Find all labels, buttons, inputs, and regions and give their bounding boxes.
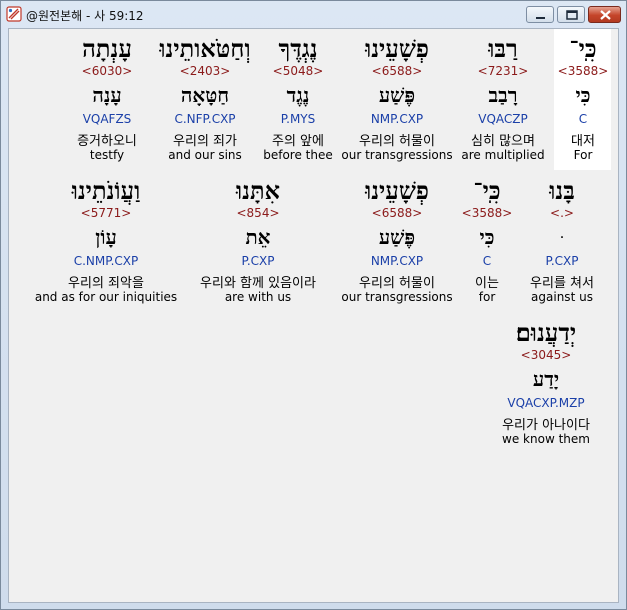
morphology-code[interactable]: P.CXP: [241, 254, 274, 268]
maximize-icon: [566, 10, 578, 20]
hebrew-word: פְשָׁעֵינוּ: [365, 176, 429, 205]
morphology-code[interactable]: P.CXP: [545, 254, 578, 268]
hebrew-word: כִּֽי־: [569, 34, 597, 63]
english-gloss: testfy: [89, 148, 125, 162]
minimize-icon: [536, 17, 545, 19]
interlinear-panel: כִּֽי־ <3588> כִּי C 대저 For רַבּוּ <7231…: [8, 28, 619, 603]
strong-number[interactable]: <3588>: [558, 64, 609, 78]
english-gloss: for: [478, 290, 496, 304]
lemma: פֶּשַׁע: [378, 225, 416, 249]
morphology-code[interactable]: VQAFZS: [83, 112, 132, 126]
english-gloss: and as for our iniquities: [34, 290, 178, 304]
hebrew-word: בָּנוּ: [549, 176, 575, 205]
english-gloss: our transgressions: [341, 290, 453, 304]
lemma: רָבַב: [488, 83, 518, 107]
hebrew-word: וְחַטֹּאותֵינוּ: [159, 34, 251, 63]
english-gloss: our transgressions: [341, 148, 453, 162]
strong-number[interactable]: <6588>: [372, 64, 423, 78]
close-button[interactable]: [588, 6, 621, 23]
morphology-code[interactable]: C: [483, 254, 491, 268]
morphology-code[interactable]: C: [579, 112, 587, 126]
korean-gloss: 우리의 허물이: [359, 134, 435, 149]
minimize-button[interactable]: [526, 6, 554, 23]
strong-number[interactable]: <5771>: [81, 206, 132, 220]
morphology-code[interactable]: NMP.CXP: [371, 112, 423, 126]
korean-gloss: 증거하오니: [77, 134, 137, 149]
bible-app-icon: [6, 6, 22, 22]
english-gloss: For: [573, 148, 593, 162]
strong-number[interactable]: <7231>: [478, 64, 529, 78]
strong-number[interactable]: <3588>: [462, 206, 513, 220]
hebrew-word: כִּֽי־: [473, 176, 501, 205]
lemma: חַטָּאָה: [180, 83, 230, 107]
english-gloss: are multiplied: [461, 148, 545, 162]
lemma: פֶּשַׁע: [378, 83, 416, 107]
korean-gloss: 우리의 죄악을: [68, 276, 144, 291]
morphology-code[interactable]: C.NMP.CXP: [74, 254, 139, 268]
lemma: כִּי: [575, 83, 591, 107]
morphology-code[interactable]: VQACZP: [478, 112, 528, 126]
english-gloss: and our sins: [168, 148, 242, 162]
window-title: @원전본해 - 사 59:12: [26, 9, 144, 23]
korean-gloss: 우리의 죄가: [173, 134, 237, 149]
english-gloss: are with us: [224, 290, 292, 304]
korean-gloss: 우리와 함께 있음이라: [200, 276, 316, 291]
korean-gloss: 심히 많으며: [471, 134, 535, 149]
morphology-code[interactable]: VQACXP.MZP: [507, 396, 584, 410]
lemma: עָוֹן: [95, 225, 117, 249]
korean-gloss: 주의 앞에: [272, 134, 324, 149]
morphology-code[interactable]: C.NFP.CXP: [174, 112, 235, 126]
hebrew-word: רַבּוּ: [488, 34, 518, 63]
strong-number[interactable]: <6588>: [372, 206, 423, 220]
english-gloss: we know them: [502, 432, 590, 446]
lemma: יָדַע: [532, 367, 560, 391]
close-icon: [600, 10, 611, 20]
hebrew-word: וַעֲוֹנֹתֵינוּ: [71, 176, 141, 205]
strong-number[interactable]: <3045>: [521, 348, 572, 362]
lemma: אֵת: [245, 225, 271, 249]
lemma: כִּי: [479, 225, 495, 249]
strong-number[interactable]: <5048>: [273, 64, 324, 78]
lemma: נֶגֶד: [286, 83, 310, 107]
morphology-code[interactable]: P.MYS: [281, 112, 315, 126]
lemma: עָנָה: [92, 83, 122, 107]
korean-gloss: 이는: [475, 276, 499, 291]
english-gloss: against us: [531, 290, 593, 304]
english-gloss: before thee: [263, 148, 333, 162]
app-window: @원전본해 - 사 59:12 כִּֽי־ <3588> כִּי C 대저 …: [0, 0, 627, 610]
morphology-code[interactable]: NMP.CXP: [371, 254, 423, 268]
strong-number[interactable]: <854>: [236, 206, 279, 220]
korean-gloss: 우리가 아나이다: [502, 418, 590, 433]
korean-gloss: 대저: [571, 134, 595, 149]
korean-gloss: 우리를 쳐서: [530, 276, 594, 291]
hebrew-word: אִתָּנוּ: [236, 176, 280, 205]
hebrew-word: נֶגְדֶּךָ: [278, 34, 318, 63]
korean-gloss: 우리의 허물이: [359, 276, 435, 291]
title-bar[interactable]: @원전본해 - 사 59:12: [1, 1, 626, 28]
hebrew-word: פְשָׁעֵינוּ: [365, 34, 429, 63]
hebrew-word: עָנְתָה: [82, 34, 132, 63]
strong-number[interactable]: <2403>: [180, 64, 231, 78]
hebrew-word: יְדַעֲנוּם׃: [515, 318, 577, 347]
strong-number[interactable]: <.>: [550, 206, 574, 220]
maximize-button[interactable]: [557, 6, 585, 23]
strong-number[interactable]: <6030>: [82, 64, 133, 78]
